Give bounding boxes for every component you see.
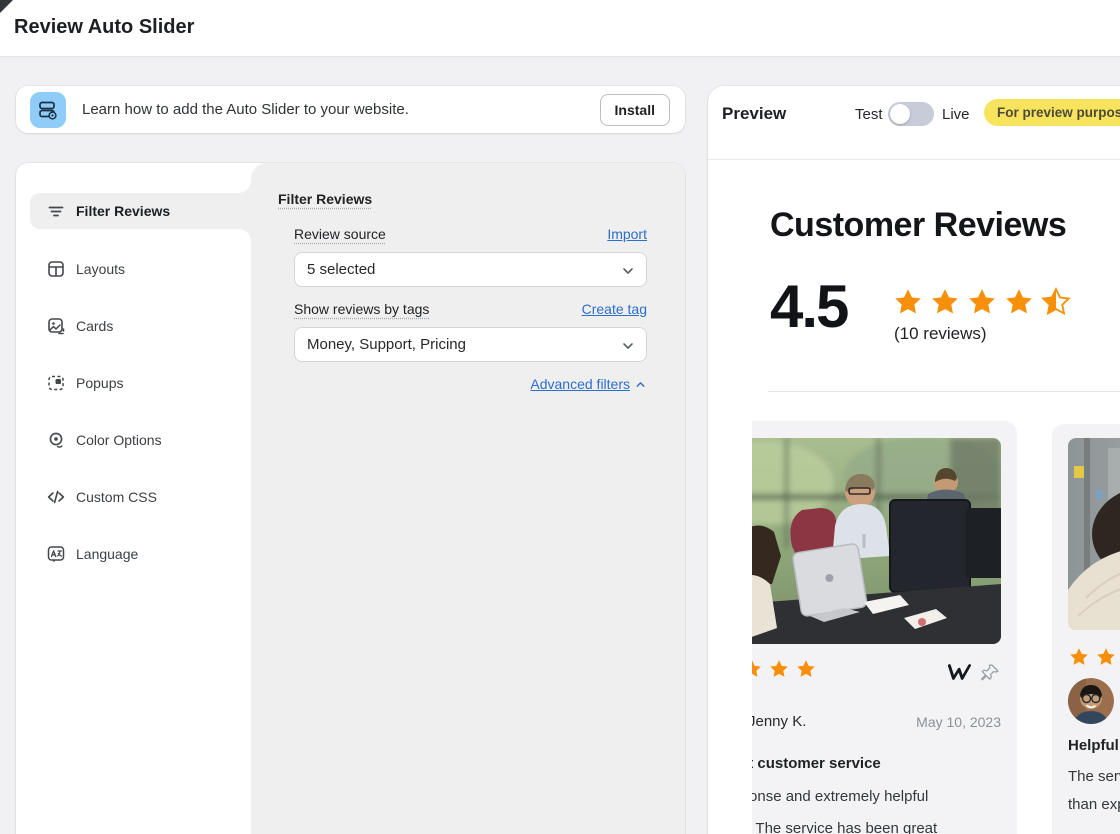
- review-source-label: Review source: [294, 226, 386, 242]
- half-star-icon: [1040, 286, 1072, 318]
- sidebar-item-custom-css[interactable]: Custom CSS: [46, 485, 246, 509]
- sidebar-item-layouts[interactable]: Layouts: [46, 257, 246, 281]
- sidebar-item-cards[interactable]: Cards: [46, 314, 246, 338]
- color-options-icon: [46, 430, 66, 450]
- custom-css-icon: [46, 487, 66, 507]
- star-icon: [892, 286, 924, 318]
- auto-slider-icon: [30, 92, 66, 128]
- import-link[interactable]: Import: [607, 226, 647, 242]
- banner-text: Learn how to add the Auto Slider to your…: [82, 101, 409, 118]
- review-star-rating: [752, 658, 817, 680]
- sidebar-item-color-options[interactable]: Color Options: [46, 428, 246, 452]
- settings-card: Filter Reviews Review source Import 5 se…: [16, 163, 685, 834]
- star-icon: [1095, 646, 1117, 668]
- filter-panel: Filter Reviews Review source Import 5 se…: [251, 163, 685, 834]
- reviewer-avatar: [1068, 678, 1114, 724]
- tags-label: Show reviews by tags: [294, 301, 429, 317]
- page-title: Review Auto Slider: [14, 16, 194, 39]
- sidebar-item-label: Language: [76, 546, 138, 562]
- tags-value: Money, Support, Pricing: [307, 336, 466, 353]
- preview-header: Preview Test Live For preview purposes: [708, 86, 1120, 160]
- toggle-test-label: Test: [855, 106, 883, 123]
- w-logo-icon: [946, 661, 972, 683]
- sidebar-item-label: Cards: [76, 318, 113, 334]
- divider: [768, 391, 1120, 392]
- review-star-rating: [1068, 646, 1120, 668]
- layouts-icon: [46, 259, 66, 279]
- toggle-knob: [890, 104, 910, 124]
- review-photo-person: [1068, 438, 1120, 630]
- preview-title: Preview: [722, 104, 786, 124]
- star-icon: [1003, 286, 1035, 318]
- review-body-line: than expected and the: [1068, 795, 1120, 815]
- sidebar-item-language[interactable]: Language: [46, 542, 246, 566]
- star-icon: [795, 658, 817, 680]
- tags-select[interactable]: Money, Support, Pricing: [294, 327, 647, 362]
- sidebar-item-popups[interactable]: Popups: [46, 371, 246, 395]
- review-card: Helpful and friendly The service was bet…: [1052, 424, 1120, 834]
- review-slider: Jenny K. May 10, 2023 Great customer ser…: [752, 410, 1120, 834]
- review-date: May 10, 2023: [916, 714, 1001, 730]
- star-icon: [768, 658, 790, 680]
- sidebar-item-label: Filter Reviews: [76, 203, 170, 219]
- chevron-down-icon: [620, 338, 636, 354]
- filter-panel-heading: Filter Reviews: [278, 191, 372, 207]
- review-title: Helpful and friendly: [1068, 737, 1120, 754]
- sidebar-item-filter-reviews[interactable]: Filter Reviews: [46, 199, 246, 223]
- reviewer-name: Jenny K.: [752, 713, 806, 730]
- sidebar-item-label: Popups: [76, 375, 123, 391]
- review-body-line: team. The service has been great: [752, 819, 937, 834]
- sidebar-item-label: Custom CSS: [76, 489, 157, 505]
- star-icon: [966, 286, 998, 318]
- corner-artifact: [0, 0, 13, 13]
- average-star-rating: [892, 286, 1072, 318]
- star-icon: [752, 658, 763, 680]
- review-body-line: Response and extremely helpful: [752, 787, 928, 807]
- sidebar-item-label: Layouts: [76, 261, 125, 277]
- pin-icon: [980, 662, 1001, 683]
- test-live-toggle[interactable]: [888, 102, 934, 126]
- sidebar-item-label: Color Options: [76, 432, 162, 448]
- preview-purpose-badge: For preview purposes: [984, 99, 1120, 126]
- advanced-filters-link[interactable]: Advanced filters: [530, 376, 647, 392]
- star-icon: [929, 286, 961, 318]
- chevron-up-icon: [634, 378, 647, 391]
- toggle-live-label: Live: [942, 106, 970, 123]
- review-card: Jenny K. May 10, 2023 Great customer ser…: [752, 421, 1017, 834]
- popups-icon: [46, 373, 66, 393]
- review-body-line: The service was better: [1068, 767, 1120, 787]
- review-title: Great customer service: [752, 755, 881, 772]
- average-rating: 4.5: [770, 272, 847, 341]
- review-source-select[interactable]: 5 selected: [294, 252, 647, 287]
- install-button[interactable]: Install: [600, 94, 670, 126]
- install-banner: Learn how to add the Auto Slider to your…: [16, 86, 685, 133]
- review-photo-office: [752, 438, 1001, 644]
- reviews-count: (10 reviews): [894, 324, 987, 344]
- chevron-down-icon: [620, 263, 636, 279]
- topbar: Review Auto Slider: [0, 0, 1120, 57]
- widget-heading: Customer Reviews: [770, 206, 1066, 245]
- review-source-value: 5 selected: [307, 261, 375, 278]
- filter-icon: [46, 201, 66, 221]
- star-icon: [1068, 646, 1090, 668]
- language-icon: [46, 544, 66, 564]
- create-tag-link[interactable]: Create tag: [582, 301, 647, 317]
- cards-icon: [46, 316, 66, 336]
